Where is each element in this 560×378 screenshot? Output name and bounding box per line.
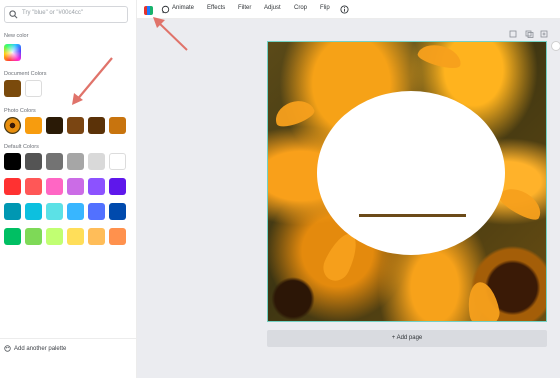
- notes-icon[interactable]: [509, 30, 517, 38]
- color-swatch[interactable]: [4, 203, 21, 220]
- color-swatch[interactable]: [25, 117, 42, 134]
- new-color-picker[interactable]: [4, 44, 21, 61]
- default-colors-label: Default Colors: [4, 144, 39, 150]
- top-toolbar: Animate Effects Filter Adjust Crop Flip: [137, 0, 560, 19]
- color-swatch[interactable]: [46, 117, 63, 134]
- color-swatch[interactable]: [109, 228, 126, 245]
- flower-petal: [416, 42, 464, 72]
- document-colors-label: Document Colors: [4, 71, 47, 77]
- search-icon: [9, 10, 18, 19]
- color-swatch[interactable]: [46, 228, 63, 245]
- color-swatch[interactable]: [88, 203, 105, 220]
- color-swatch[interactable]: [4, 178, 21, 195]
- flower-petal: [464, 279, 502, 321]
- white-circle-shape[interactable]: [317, 91, 505, 255]
- palette-icon: [4, 345, 11, 352]
- effects-button[interactable]: Effects: [207, 5, 225, 11]
- color-swatch[interactable]: [109, 117, 126, 134]
- color-swatch[interactable]: [25, 178, 42, 195]
- crop-button[interactable]: Crop: [294, 5, 307, 11]
- flip-button[interactable]: Flip: [320, 5, 330, 11]
- photo-colors-label: Photo Colors: [4, 108, 36, 114]
- flower-petal: [271, 95, 317, 131]
- color-search-input[interactable]: Try "blue" or "#00c4cc": [4, 6, 128, 23]
- color-swatch[interactable]: [25, 80, 42, 97]
- color-swatch[interactable]: [88, 117, 105, 134]
- duplicate-page-icon[interactable]: [525, 30, 534, 38]
- color-swatch[interactable]: [46, 203, 63, 220]
- photo-thumbnail-swatch[interactable]: [4, 117, 21, 134]
- color-swatch[interactable]: [67, 203, 84, 220]
- color-swatch[interactable]: [88, 228, 105, 245]
- divider: [0, 338, 137, 339]
- color-swatch[interactable]: [25, 228, 42, 245]
- color-swatch[interactable]: [4, 153, 21, 170]
- color-swatch[interactable]: [46, 153, 63, 170]
- color-panel: Try "blue" or "#00c4cc" New color Docume…: [0, 0, 137, 378]
- color-swatch[interactable]: [67, 117, 84, 134]
- add-palette-label: Add another palette: [14, 345, 67, 352]
- animate-icon: [161, 5, 170, 14]
- editor-app: Try "blue" or "#00c4cc" New color Docume…: [0, 0, 560, 378]
- color-swatch[interactable]: [46, 178, 63, 195]
- color-swatch[interactable]: [25, 153, 42, 170]
- color-swatch[interactable]: [67, 228, 84, 245]
- color-swatch[interactable]: [109, 203, 126, 220]
- add-page-button[interactable]: + Add page: [267, 330, 547, 347]
- info-icon[interactable]: [340, 5, 349, 14]
- color-swatch[interactable]: [4, 80, 21, 97]
- color-swatch[interactable]: [88, 153, 105, 170]
- filter-button[interactable]: Filter: [238, 5, 251, 11]
- search-placeholder: Try "blue" or "#00c4cc": [22, 10, 83, 16]
- add-page-icon[interactable]: [540, 30, 548, 38]
- color-swatch[interactable]: [109, 178, 126, 195]
- annotation-arrow-icon: [72, 57, 113, 105]
- animate-button[interactable]: Animate: [172, 5, 194, 11]
- new-color-label: New color: [4, 33, 29, 39]
- color-swatch[interactable]: [67, 178, 84, 195]
- page-actions: [509, 30, 548, 38]
- selected-line-element[interactable]: [359, 214, 466, 217]
- color-swatch[interactable]: [25, 203, 42, 220]
- color-swatch[interactable]: [109, 153, 126, 170]
- annotation-arrow-icon: [153, 17, 188, 51]
- add-palette-button[interactable]: Add another palette: [4, 345, 66, 352]
- color-swatch[interactable]: [67, 153, 84, 170]
- adjust-button[interactable]: Adjust: [264, 5, 281, 11]
- color-swatch[interactable]: [88, 178, 105, 195]
- page-handle[interactable]: [551, 41, 560, 51]
- color-swatch[interactable]: [4, 228, 21, 245]
